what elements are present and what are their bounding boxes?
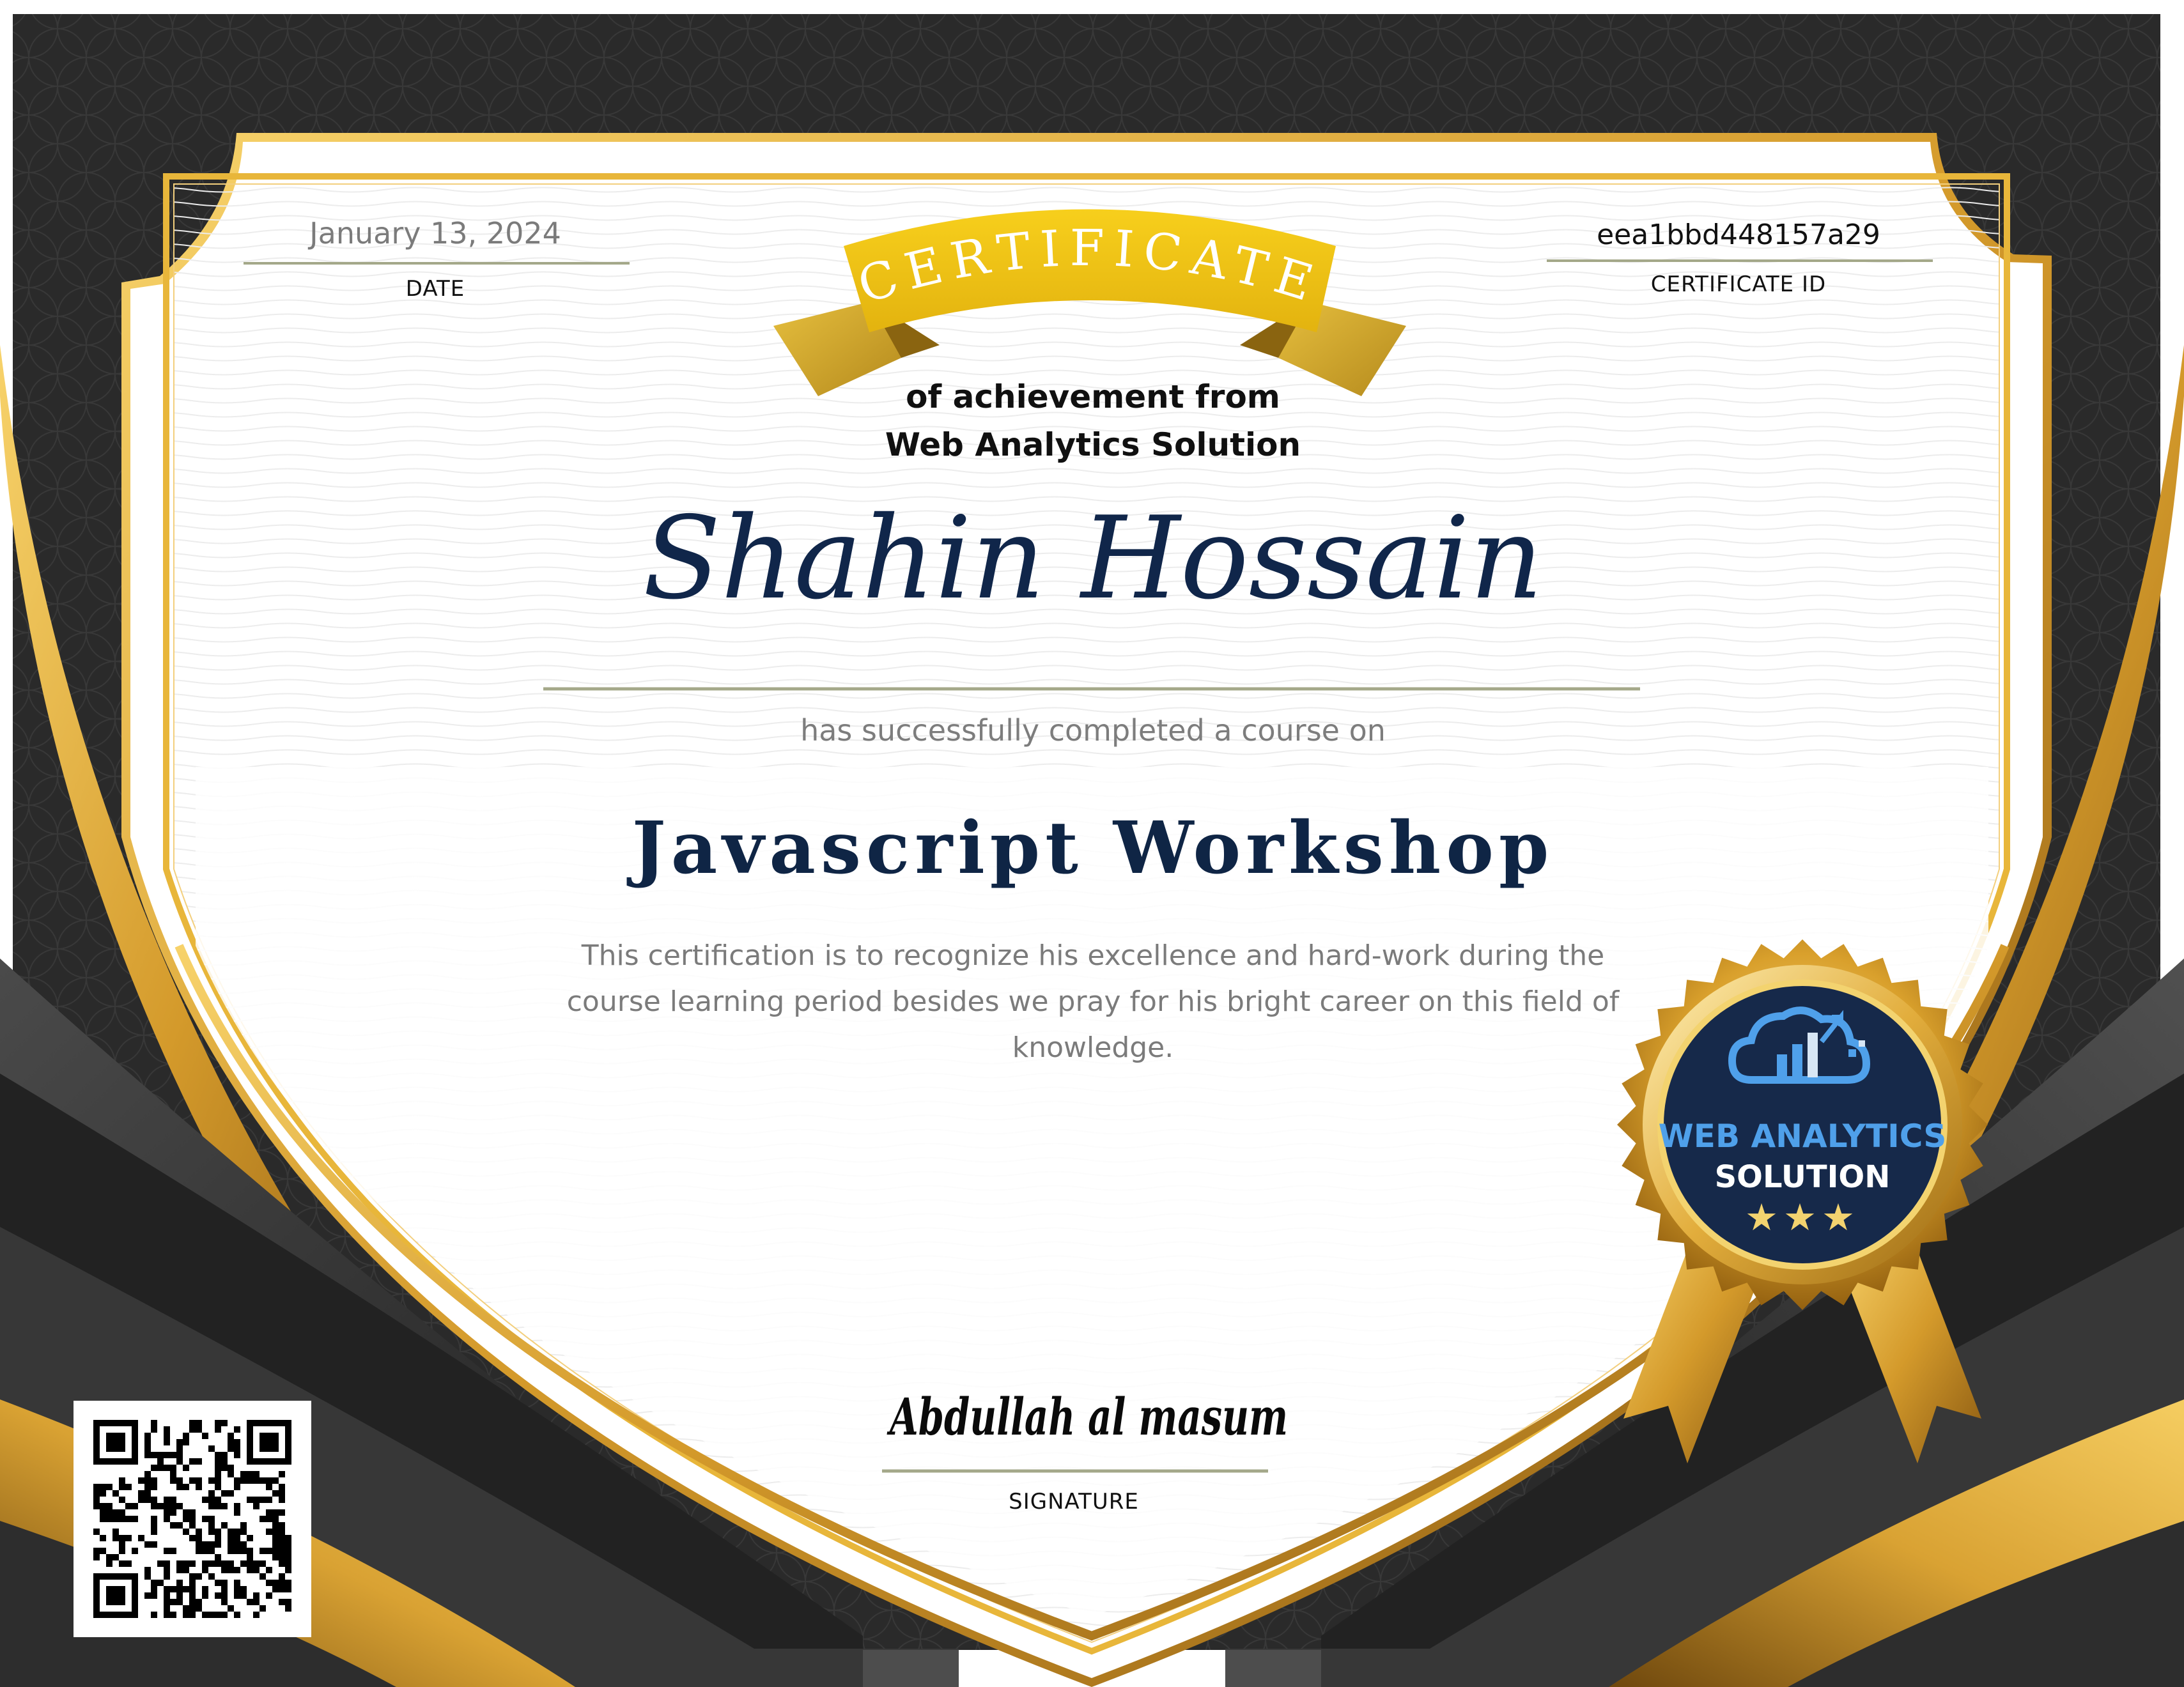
qr-code <box>74 1401 311 1637</box>
seal-line1: WEB ANALYTICS <box>1659 1118 1947 1155</box>
signature-label: SIGNATURE <box>1009 1489 1139 1514</box>
course-name: Javascript Workshop <box>631 806 1554 890</box>
signature-name: Abdullah al masum <box>890 1387 1288 1447</box>
subtitle-line1: of achievement from <box>906 378 1280 415</box>
recipient-name: Shahin Hossain <box>642 492 1544 624</box>
completion-text: has successfully completed a course on <box>800 713 1386 748</box>
certificate: CERTIFICATE WEB ANALYTICS SOLUTION ★★★ J… <box>0 0 2184 1687</box>
certificate-id-value: eea1bbd448157a29 <box>1597 219 1880 251</box>
date-label: DATE <box>405 276 465 302</box>
description: This certification is to recognize his e… <box>566 939 1620 1064</box>
subtitle-line2: Web Analytics Solution <box>885 426 1301 463</box>
certificate-id-label: CERTIFICATE ID <box>1650 272 1827 297</box>
seal-line2: SOLUTION <box>1715 1159 1891 1195</box>
qr-code-icon <box>93 1420 291 1618</box>
date-value: January 13, 2024 <box>309 216 561 250</box>
seal-stars: ★★★ <box>1745 1196 1860 1239</box>
